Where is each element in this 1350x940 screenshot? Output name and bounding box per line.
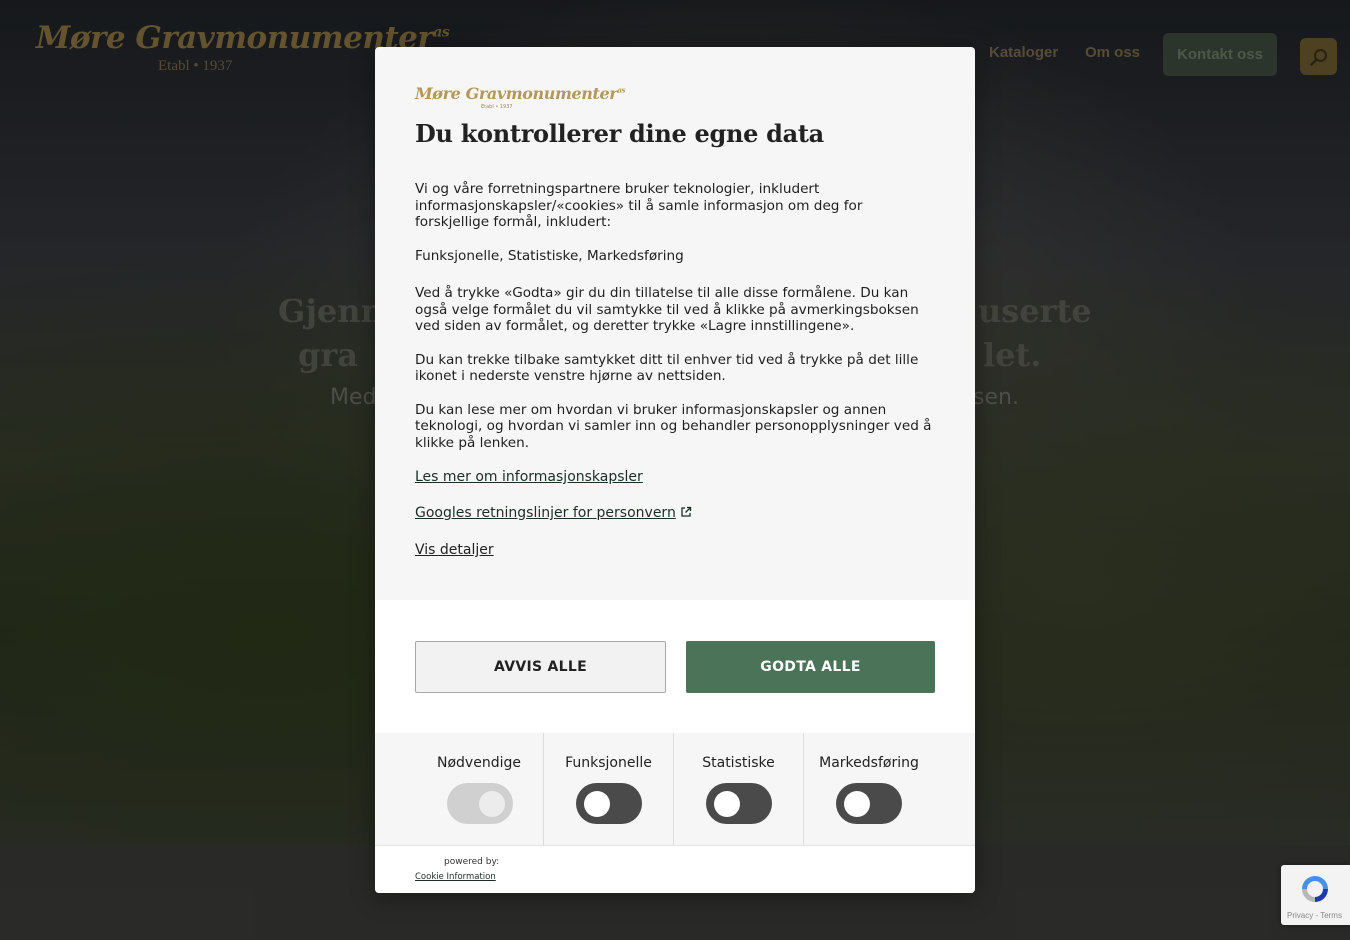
toggle-knob [714, 791, 740, 817]
intro-paragraph: Vi og våre forretningspartnere bruker te… [415, 181, 863, 230]
accept-all-button[interactable]: GODTA ALLE [686, 641, 935, 693]
consent-paragraph: Ved å trykke «Godta» gir du din tillatel… [415, 285, 919, 334]
button-area: AVVIS ALLE GODTA ALLE [375, 600, 975, 733]
dialog-logo-tagline: Etabl • 1937 [481, 104, 513, 110]
recaptcha-text[interactable]: Privacy - Terms [1287, 911, 1342, 920]
toggle-necessary-switch [447, 783, 513, 824]
toggle-functional: Funksjonelle [544, 733, 674, 845]
toggle-functional-switch[interactable] [576, 783, 642, 824]
toggle-knob [844, 791, 870, 817]
cookie-information-link[interactable]: Cookie Information [415, 872, 496, 882]
dialog-title: Du kontrollerer dine egne data [415, 119, 824, 148]
toggle-necessary-label: Nødvendige [437, 755, 521, 771]
toggle-marketing-label: Markedsføring [819, 755, 919, 771]
toggle-statistics-switch[interactable] [706, 783, 772, 824]
powered-by-text: powered by: [444, 857, 500, 867]
toggle-statistics: Statistiske [674, 733, 804, 845]
dialog-logo-text: Møre Gravmonumenteras [415, 84, 626, 103]
dialog-logo: Møre Gravmonumenteras Etabl • 1937 [415, 84, 625, 116]
recaptcha-badge[interactable]: Privacy - Terms [1281, 865, 1350, 925]
withdraw-paragraph: Du kan trekke tilbake samtykket ditt til… [415, 351, 919, 385]
external-link-icon [681, 506, 691, 517]
google-privacy-link[interactable]: Googles retningslinjer for personvern [415, 505, 692, 521]
toggle-statistics-label: Statistiske [702, 755, 775, 771]
recaptcha-icon [1302, 876, 1328, 902]
cookie-consent-dialog: Møre Gravmonumenteras Etabl • 1937 Du ko… [375, 47, 975, 893]
purposes-paragraph: Funksjonelle, Statistiske, Markedsføring [415, 247, 684, 264]
consent-toggles: Nødvendige Funksjonelle Statistiske Mark… [415, 733, 935, 845]
cookies-info-link[interactable]: Les mer om informasjonskapsler [415, 469, 643, 485]
reject-all-button[interactable]: AVVIS ALLE [415, 641, 666, 693]
google-privacy-link-label: Googles retningslinjer for personvern [415, 505, 676, 521]
read-more-paragraph: Du kan lese mer om hvordan vi bruker inf… [415, 401, 932, 451]
show-details-link[interactable]: Vis detaljer [415, 542, 494, 558]
toggle-functional-label: Funksjonelle [565, 755, 652, 771]
toggle-marketing: Markedsføring [804, 733, 934, 845]
toggle-knob [584, 791, 610, 817]
toggle-necessary: Nødvendige [415, 733, 544, 845]
toggle-marketing-switch[interactable] [836, 783, 902, 824]
powered-by-footer: powered by: Cookie Information [375, 845, 975, 893]
dialog-body: Vi og våre forretningspartnere bruker te… [415, 181, 939, 468]
toggle-knob [479, 791, 505, 817]
